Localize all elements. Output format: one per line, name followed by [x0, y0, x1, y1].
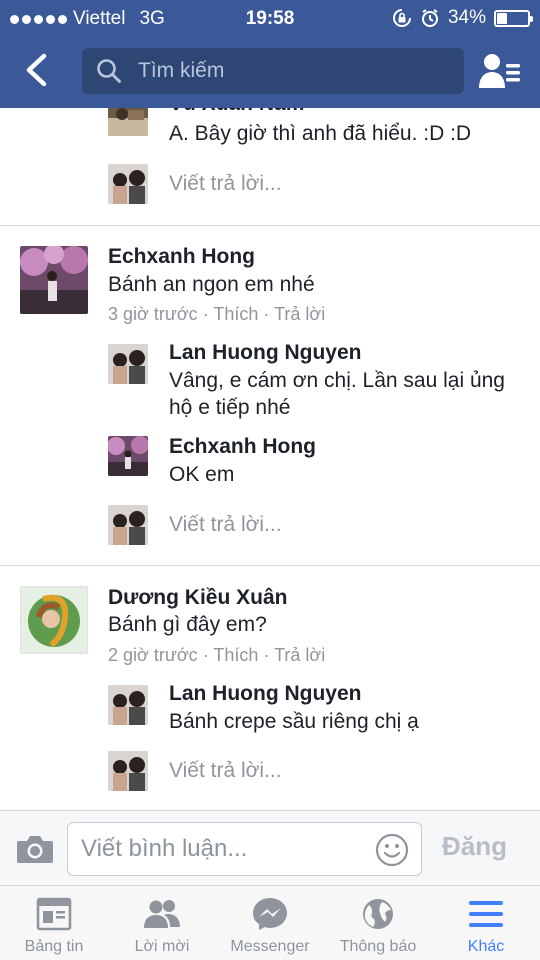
tab-news-feed[interactable]: Bảng tin — [0, 886, 108, 960]
like-link[interactable]: Thích — [213, 645, 258, 665]
person-list-icon — [479, 54, 520, 88]
comment-author[interactable]: Vũ Xuân Nam — [169, 108, 304, 116]
comment-meta: 3 giờ trước · Thích · Trả lời — [108, 304, 326, 324]
tab-label: Bảng tin — [24, 938, 84, 955]
friends-list-button[interactable] — [478, 52, 522, 90]
comment-text: Bánh an ngon em nhé — [108, 273, 315, 296]
status-right: 34% — [392, 7, 533, 29]
reply-input[interactable]: Viết trả lời... — [169, 759, 282, 783]
comment-input[interactable] — [81, 835, 361, 863]
search-icon — [97, 59, 121, 83]
top-bar: Viettel 3G 19:58 34% — [0, 0, 540, 108]
smiley-icon — [375, 833, 409, 867]
my-avatar — [108, 751, 148, 791]
reply-author[interactable]: Lan Huong Nguyen — [169, 341, 362, 365]
comment-text: Bánh gì đây em? — [108, 613, 267, 636]
reply-input[interactable]: Viết trả lời... — [169, 513, 282, 537]
alarm-icon — [421, 9, 438, 27]
comment-meta: 2 giờ trước · Thích · Trả lời — [108, 645, 326, 665]
status-bar: Viettel 3G 19:58 34% — [0, 0, 540, 36]
avatar[interactable] — [108, 108, 148, 136]
reply-input[interactable]: Viết trả lời... — [169, 172, 282, 196]
battery-percent: 34% — [447, 7, 486, 28]
reply-author[interactable]: Echxanh Hong — [169, 435, 316, 459]
like-link[interactable]: Thích — [213, 304, 258, 324]
friend-requests-icon — [144, 900, 180, 928]
comment-feed[interactable]: Vũ Xuân Nam A. Bây giờ thì anh đã hiểu. … — [0, 108, 540, 810]
reply-avatar[interactable] — [108, 685, 148, 725]
reply-text: Bánh crepe sầu riêng chị ạ — [169, 710, 419, 733]
reply-avatar[interactable] — [108, 344, 148, 384]
reply-link[interactable]: Trả lời — [274, 304, 325, 324]
avatar[interactable] — [20, 246, 88, 314]
comment-composer: Đăng — [0, 810, 540, 885]
reply-text: Vâng, e cám ơn chị. Lần sau lại ủng hộ e… — [169, 369, 505, 419]
battery-level — [497, 12, 507, 24]
reply-avatar[interactable] — [108, 436, 148, 476]
my-avatar — [108, 505, 148, 545]
reply-author[interactable]: Lan Huong Nguyen — [169, 682, 362, 706]
tab-bar: Bảng tin Lời mời Messenger Thông báo Khá… — [0, 885, 540, 960]
tab-notifications[interactable]: Thông báo — [324, 886, 432, 960]
divider — [0, 225, 540, 226]
comment-author[interactable]: Dương Kiều Xuân — [108, 586, 287, 610]
tab-label: Messenger — [230, 938, 310, 955]
my-avatar — [108, 164, 148, 204]
rotation-lock-icon — [393, 9, 411, 27]
post-button[interactable]: Đăng — [442, 831, 507, 862]
globe-icon — [363, 899, 393, 929]
comment-time: 2 giờ trước — [108, 645, 198, 665]
comment-author[interactable]: Echxanh Hong — [108, 245, 255, 269]
camera-button[interactable] — [16, 833, 54, 865]
search-box[interactable] — [82, 48, 464, 94]
reply-text: OK em — [169, 463, 235, 486]
menu-icon — [469, 901, 503, 927]
tab-more[interactable]: Khác — [432, 886, 540, 960]
chevron-left-icon — [26, 53, 47, 87]
comment-text: A. Bây giờ thì anh đã hiểu. :D :D — [169, 122, 472, 145]
news-feed-icon — [36, 897, 72, 931]
tab-messenger[interactable]: Messenger — [216, 886, 324, 960]
tab-friend-requests[interactable]: Lời mời — [108, 886, 216, 960]
tab-label: Lời mời — [134, 938, 190, 955]
camera-icon — [17, 836, 53, 863]
messenger-icon — [253, 898, 287, 930]
tab-label: Thông báo — [339, 938, 417, 955]
tab-label: Khác — [467, 938, 505, 955]
battery-icon — [494, 9, 533, 27]
back-button[interactable] — [18, 50, 54, 90]
avatar[interactable] — [20, 586, 88, 654]
divider — [0, 565, 540, 566]
emoji-button[interactable] — [375, 833, 409, 867]
comment-time: 3 giờ trước — [108, 304, 198, 324]
search-input[interactable] — [138, 59, 438, 83]
comment-field[interactable] — [67, 822, 422, 876]
reply-link[interactable]: Trả lời — [274, 645, 325, 665]
